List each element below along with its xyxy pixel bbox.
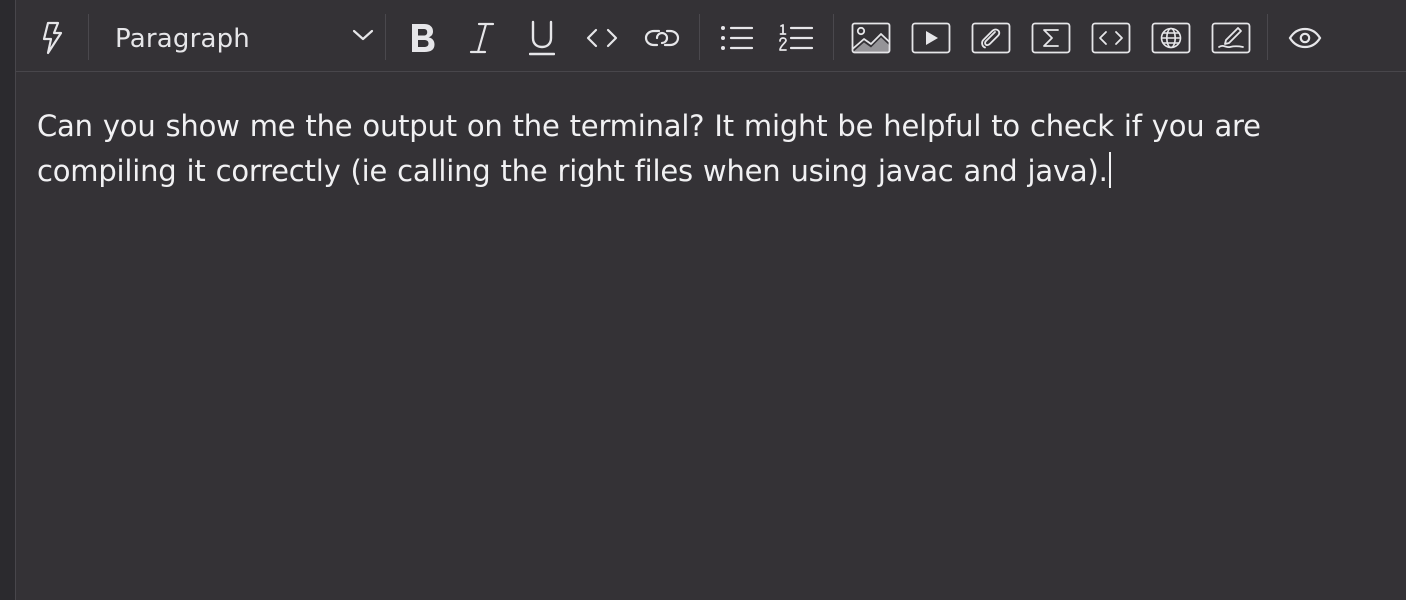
quick-actions-button[interactable] [30, 16, 74, 60]
inline-code-button[interactable] [580, 16, 624, 60]
insert-video-button[interactable] [909, 16, 953, 60]
preview-icon [1288, 27, 1322, 49]
toolbar-divider [833, 14, 834, 60]
rich-text-editor: Paragraph Can you show me the output on … [15, 0, 1406, 600]
text-caret [1108, 152, 1111, 188]
toolbar-divider [88, 14, 89, 60]
italic-button[interactable] [460, 16, 504, 60]
insert-attachment-button[interactable] [969, 16, 1013, 60]
numbered-list-button[interactable] [774, 16, 818, 60]
editor-paragraph: Can you show me the output on the termin… [37, 109, 1261, 188]
link-button[interactable] [640, 16, 684, 60]
block-format-value: Paragraph [115, 24, 250, 54]
code-block-icon [1091, 22, 1131, 54]
underline-button[interactable] [520, 16, 564, 60]
insert-math-button[interactable] [1029, 16, 1073, 60]
bold-icon [412, 24, 435, 52]
bullet-list-icon [721, 26, 754, 50]
chevron-down-icon [352, 29, 374, 41]
insert-image-button[interactable] [849, 16, 893, 60]
math-icon [1031, 22, 1071, 54]
toolbar-divider [699, 14, 700, 60]
italic-icon [469, 22, 495, 54]
lightning-icon [42, 21, 63, 55]
attachment-icon [971, 22, 1011, 54]
editor-content[interactable]: Can you show me the output on the termin… [37, 104, 1387, 194]
inline-code-icon [586, 28, 618, 48]
preview-button[interactable] [1283, 16, 1327, 60]
image-icon [851, 22, 891, 54]
insert-embed-button[interactable] [1149, 16, 1193, 60]
embed-icon [1151, 22, 1191, 54]
insert-code-block-button[interactable] [1089, 16, 1133, 60]
underline-icon [529, 20, 555, 56]
drawing-icon [1211, 22, 1251, 54]
toolbar-divider [385, 14, 386, 60]
video-icon [911, 22, 951, 54]
link-icon [644, 29, 680, 47]
editor-toolbar: Paragraph [16, 0, 1406, 72]
block-format-select[interactable]: Paragraph [102, 14, 382, 62]
bold-button[interactable] [401, 16, 445, 60]
insert-drawing-button[interactable] [1209, 16, 1253, 60]
bullet-list-button[interactable] [715, 16, 759, 60]
numbered-list-icon [779, 24, 814, 51]
toolbar-divider [1267, 14, 1268, 60]
